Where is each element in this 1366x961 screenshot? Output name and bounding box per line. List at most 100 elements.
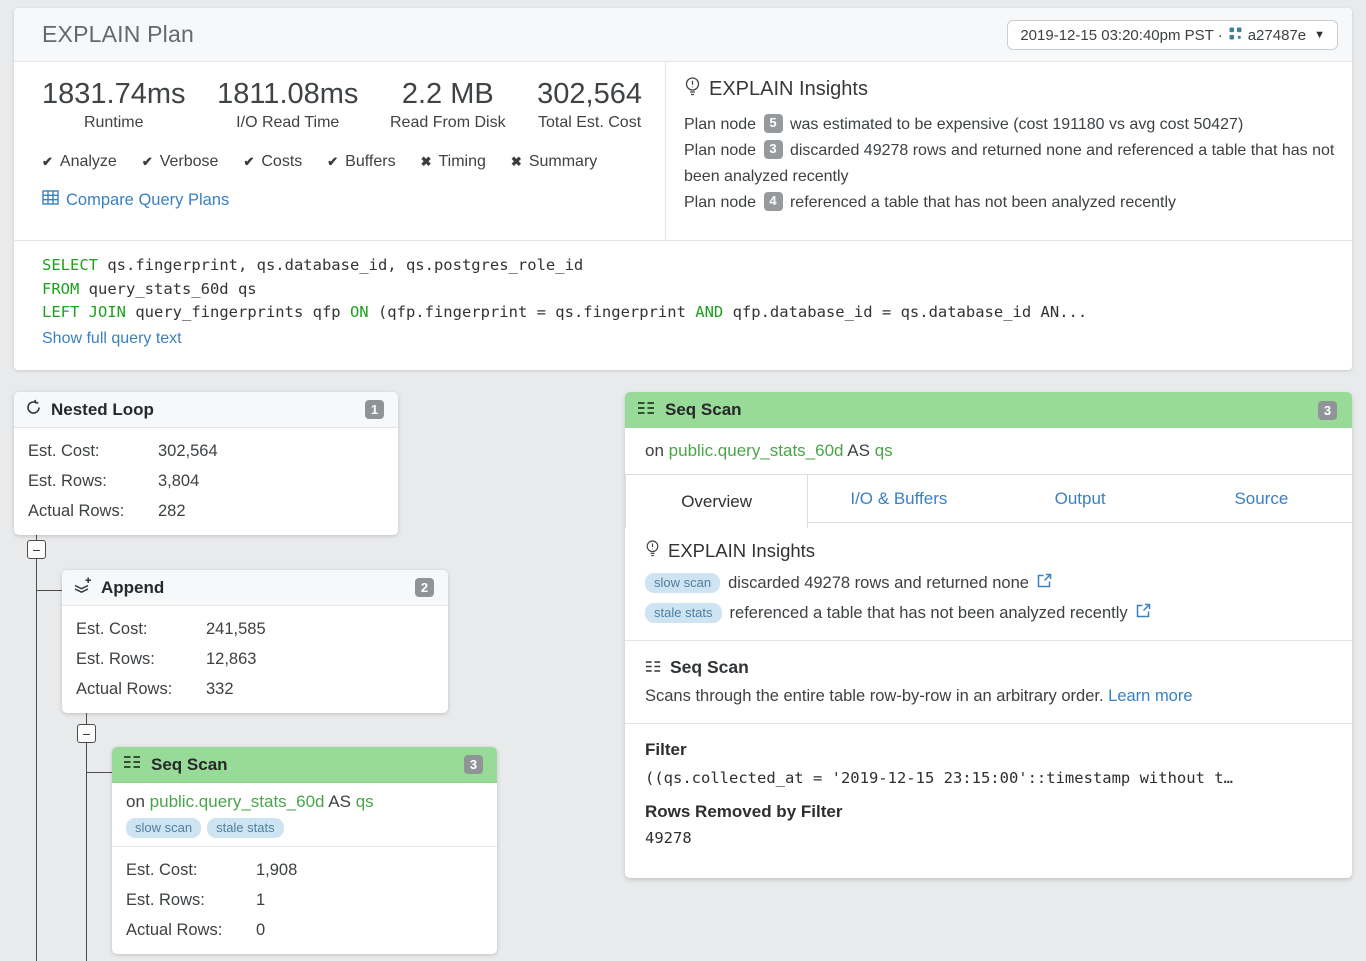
node-stats: Est. Cost:1,908 Est. Rows:1 Actual Rows:… <box>112 847 497 954</box>
option-summary: Summary <box>511 153 597 171</box>
seq-scan-icon <box>123 755 142 774</box>
table-link[interactable]: public.query_stats_60d <box>669 441 844 460</box>
tab-source[interactable]: Source <box>1171 475 1352 523</box>
node-header: Append 2 <box>62 570 448 606</box>
detail-tabs: Overview I/O & Buffers Output Source <box>625 475 1352 523</box>
plan-summary-column: 1831.74ms Runtime 1811.08ms I/O Read Tim… <box>14 62 666 240</box>
node-header: Seq Scan 3 <box>112 747 497 783</box>
alias-link[interactable]: qs <box>875 441 893 460</box>
tree-connector <box>36 559 37 961</box>
tab-output[interactable]: Output <box>990 475 1171 523</box>
compare-query-plans-link[interactable]: Compare Query Plans <box>66 191 229 210</box>
sql-line: FROM query_stats_60d qs <box>42 278 1324 302</box>
detail-header: Seq Scan 3 <box>625 392 1352 428</box>
insight-item: Plan node 4 referenced a table that has … <box>684 194 1176 211</box>
filter-title: Filter <box>645 740 1332 760</box>
node-table-info: on public.query_stats_60d AS qs slow sca… <box>112 783 497 847</box>
insight-item: Plan node 5 was estimated to be expensiv… <box>684 116 1243 133</box>
check-icon <box>142 154 153 170</box>
learn-more-link[interactable]: Learn more <box>1108 687 1192 705</box>
append-icon <box>73 577 92 599</box>
nested-loop-icon <box>25 399 42 421</box>
external-link-icon[interactable] <box>1136 603 1151 623</box>
detail-insight-item: stale stats referenced a table that has … <box>645 603 1332 623</box>
insight-tag-slow-scan: slow scan <box>126 818 201 838</box>
lightbulb-icon <box>684 76 701 103</box>
sql-line: SELECT qs.fingerprint, qs.database_id, q… <box>42 254 1324 278</box>
node-number-badge: 3 <box>464 755 483 774</box>
snapshot-icon <box>1229 27 1242 44</box>
snapshot-timestamp: 2019-12-15 03:20:40pm PST · <box>1020 27 1222 44</box>
query-text-section: SELECT qs.fingerprint, qs.database_id, q… <box>14 240 1352 348</box>
node-title: Seq Scan <box>151 755 228 775</box>
snapshot-commit: a27487e <box>1248 27 1306 44</box>
table-grid-icon <box>42 190 59 210</box>
insight-tag-stale-stats: stale stats <box>645 603 722 623</box>
detail-insights-title: EXPLAIN Insights <box>668 540 815 562</box>
detail-table-info: on public.query_stats_60d AS qs <box>625 428 1352 475</box>
option-timing: Timing <box>421 153 486 171</box>
check-icon <box>42 154 53 170</box>
node-number-badge: 1 <box>365 400 384 419</box>
explain-options-row: Analyze Verbose Costs Buffers Timing Sum… <box>42 153 645 171</box>
alias-link[interactable]: qs <box>356 792 374 811</box>
rows-removed-value: 49278 <box>645 829 1332 847</box>
seq-scan-icon <box>637 401 656 420</box>
plan-node-nested-loop[interactable]: Nested Loop 1 Est. Cost:302,564 Est. Row… <box>14 392 398 535</box>
node-number-badge: 2 <box>415 578 434 597</box>
check-icon <box>327 154 338 170</box>
stat-runtime: 1831.74ms Runtime <box>42 78 186 132</box>
lightbulb-icon <box>645 539 660 563</box>
option-costs: Costs <box>243 153 302 171</box>
node-header: Nested Loop 1 <box>14 392 398 428</box>
cross-icon <box>511 154 522 170</box>
chevron-down-icon: ▼ <box>1314 29 1325 41</box>
tree-connector <box>86 743 87 961</box>
node-type-title: Seq Scan <box>670 657 749 678</box>
node-number-badge: 3 <box>1318 401 1337 420</box>
card-header: EXPLAIN Plan 2019-12-15 03:20:40pm PST ·… <box>14 8 1352 62</box>
detail-insight-item: slow scan discarded 49278 rows and retur… <box>645 573 1332 593</box>
cross-icon <box>421 154 432 170</box>
snapshot-selector-button[interactable]: 2019-12-15 03:20:40pm PST · a27487e ▼ <box>1007 20 1338 50</box>
plan-node-badge[interactable]: 4 <box>764 192 783 211</box>
plan-node-append[interactable]: Append 2 Est. Cost:241,585 Est. Rows:12,… <box>62 570 448 713</box>
option-verbose: Verbose <box>142 153 219 171</box>
insights-list: Plan node 5 was estimated to be expensiv… <box>684 112 1336 216</box>
node-stats: Est. Cost:302,564 Est. Rows:3,804 Actual… <box>14 428 398 535</box>
tab-overview[interactable]: Overview <box>625 475 808 528</box>
detail-node-info-section: Seq Scan Scans through the entire table … <box>625 640 1352 723</box>
sql-line: LEFT JOIN query_fingerprints qfp ON (qfp… <box>42 301 1324 325</box>
stat-total-est-cost: 302,564 Total Est. Cost <box>537 78 642 132</box>
table-link[interactable]: public.query_stats_60d <box>150 792 325 811</box>
plan-node-badge[interactable]: 3 <box>764 140 783 159</box>
rows-removed-title: Rows Removed by Filter <box>645 802 1332 822</box>
seq-scan-icon <box>645 657 662 678</box>
detail-insights-section: EXPLAIN Insights slow scan discarded 492… <box>625 523 1352 640</box>
tree-connector <box>87 772 112 773</box>
detail-title: Seq Scan <box>665 400 742 420</box>
insight-item: Plan node 3 discarded 49278 rows and ret… <box>684 142 1334 185</box>
option-analyze: Analyze <box>42 153 117 171</box>
node-stats: Est. Cost:241,585 Est. Rows:12,863 Actua… <box>62 606 448 713</box>
insights-title: EXPLAIN Insights <box>709 78 868 101</box>
insight-tag-stale-stats: stale stats <box>207 818 284 838</box>
filter-expression: ((qs.collected_at = '2019-12-15 23:15:00… <box>645 769 1332 787</box>
plan-node-badge[interactable]: 5 <box>764 114 783 133</box>
node-title: Append <box>101 578 164 598</box>
tab-io-buffers[interactable]: I/O & Buffers <box>808 475 989 523</box>
collapse-toggle[interactable]: − <box>77 724 96 743</box>
plan-node-seq-scan[interactable]: Seq Scan 3 on public.query_stats_60d AS … <box>112 747 497 954</box>
stats-row: 1831.74ms Runtime 1811.08ms I/O Read Tim… <box>42 78 642 132</box>
tree-connector <box>37 590 62 591</box>
stat-io-read-time: 1811.08ms I/O Read Time <box>217 78 358 132</box>
insights-column: EXPLAIN Insights Plan node 5 was estimat… <box>666 62 1352 240</box>
show-full-query-link[interactable]: Show full query text <box>42 330 182 348</box>
external-link-icon[interactable] <box>1037 573 1052 593</box>
collapse-toggle[interactable]: − <box>27 540 46 559</box>
detail-filter-section: Filter ((qs.collected_at = '2019-12-15 2… <box>625 723 1352 864</box>
stat-read-from-disk: 2.2 MB Read From Disk <box>390 78 506 132</box>
explain-plan-card: EXPLAIN Plan 2019-12-15 03:20:40pm PST ·… <box>14 8 1352 370</box>
check-icon <box>243 154 254 170</box>
node-title: Nested Loop <box>51 400 154 420</box>
